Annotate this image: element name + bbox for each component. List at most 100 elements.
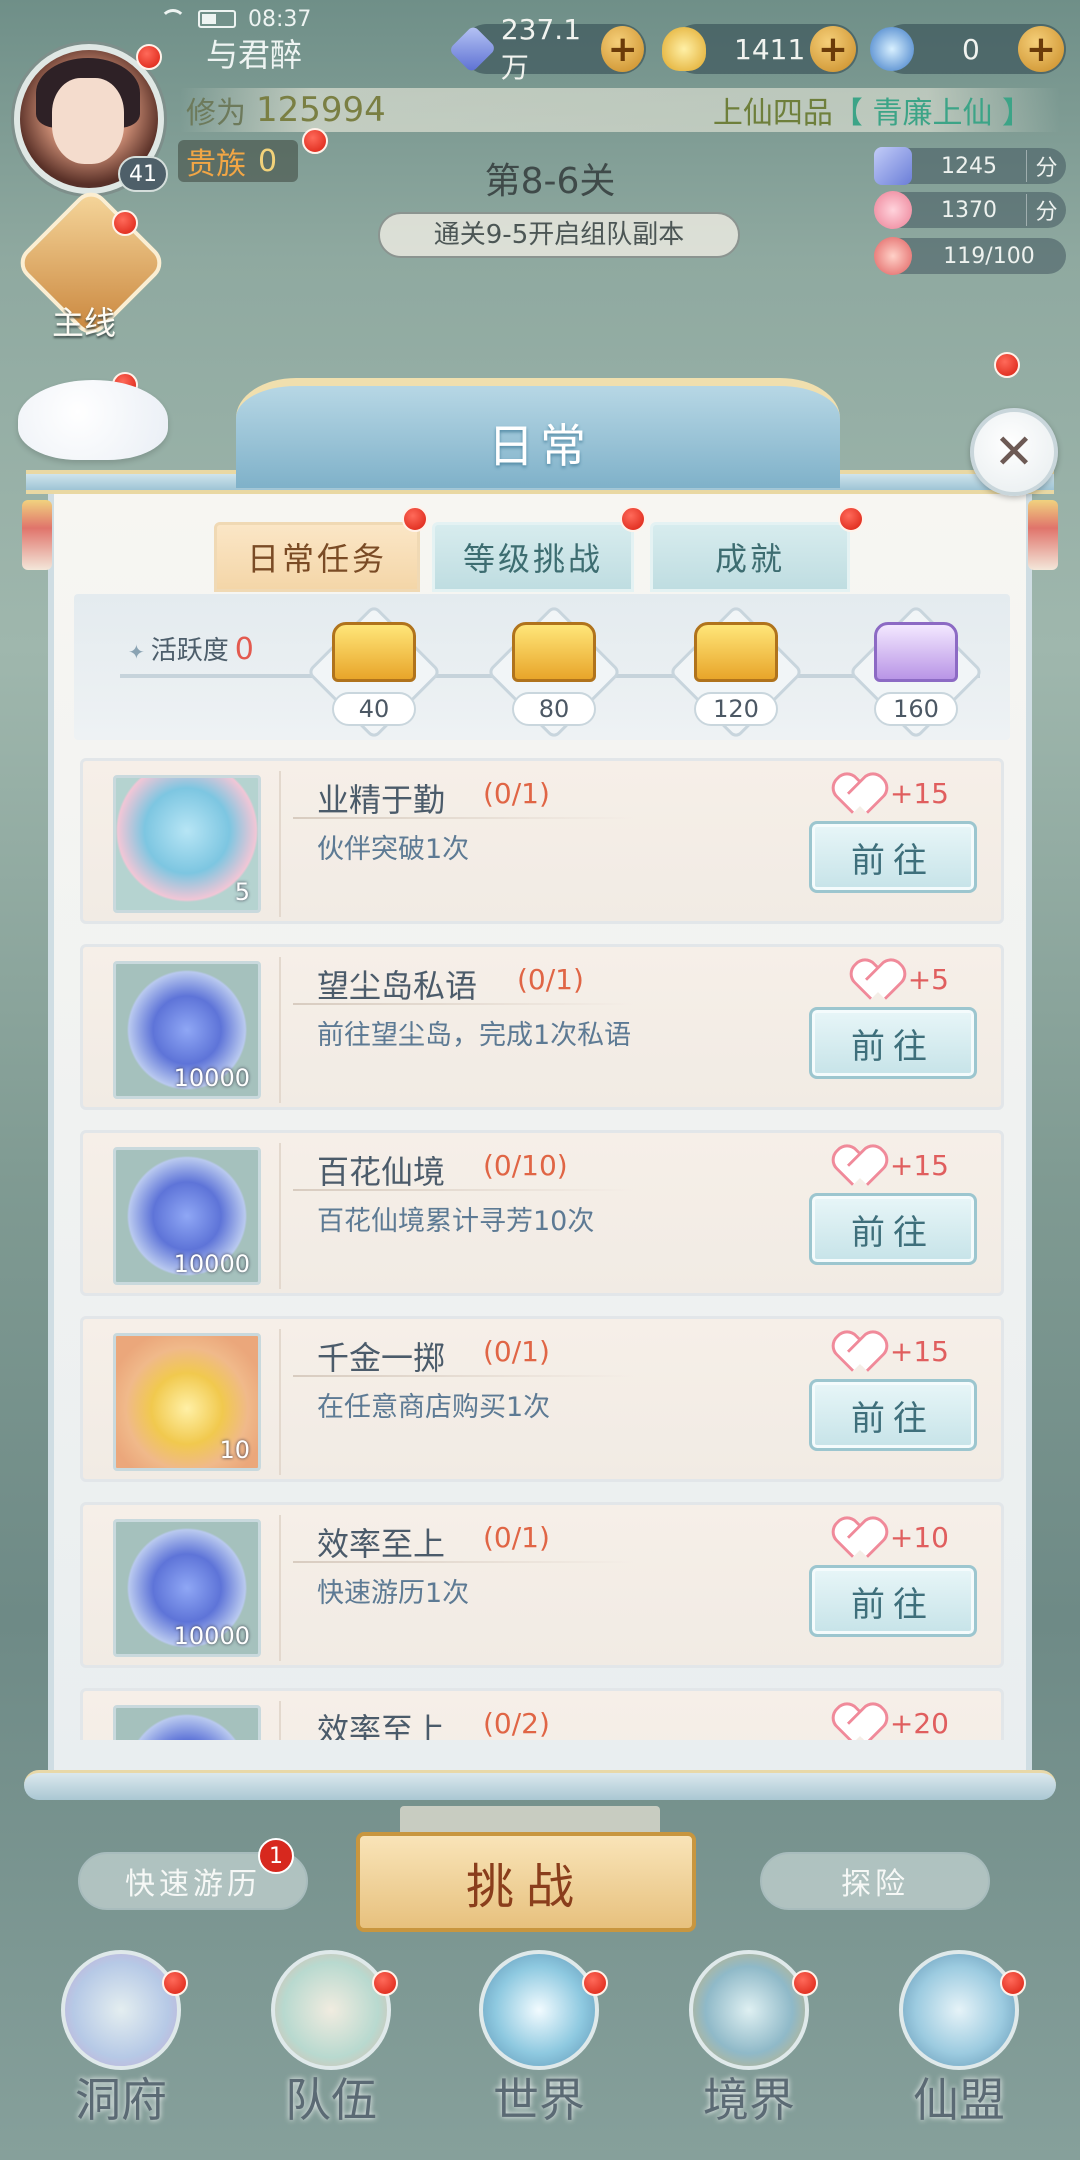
quick-travel-label: 快速游历 (125, 1867, 261, 1902)
spirit-crystal-icon[interactable]: 10000 (113, 1147, 261, 1285)
divider (293, 1561, 633, 1563)
chest-40-icon[interactable] (332, 622, 416, 682)
spirit-crystal-icon[interactable] (113, 1705, 261, 1740)
rank-prefix: 上仙四品 (712, 96, 833, 131)
jade-orb-icon (870, 27, 914, 71)
divider (293, 1375, 633, 1377)
tab-label: 日常任务 (246, 540, 387, 578)
score-value: 1370 (941, 197, 997, 223)
activity-label-text: 活跃度 (150, 636, 229, 666)
tab-daily-tasks[interactable]: 日常任务 (214, 522, 420, 592)
avatar-face-decor (52, 78, 124, 164)
divider (293, 817, 633, 819)
divider (279, 1515, 281, 1661)
heart-icon (838, 1147, 882, 1183)
task-reward: +20 (838, 1705, 949, 1740)
mainline-label[interactable]: 主线 (52, 298, 116, 344)
world-globe-icon (479, 1950, 599, 2070)
task-row: 5 业精于勤 (0/1) 伙伴突破1次 +15 前往 (80, 758, 1004, 924)
task-list[interactable]: 5 业精于勤 (0/1) 伙伴突破1次 +15 前往 10000 望尘岛私语 (… (80, 758, 1004, 1740)
task-description: 在任意商店购买1次 (317, 1392, 551, 1423)
go-button[interactable]: 前往 (809, 821, 977, 893)
chest-threshold: 160 (874, 692, 958, 726)
activity-label: ✦ 活跃度 0 (128, 630, 254, 667)
task-row: 10000 百花仙境 (0/10) 百花仙境累计寻芳10次 +15 前往 (80, 1130, 1004, 1296)
go-button[interactable]: 前往 (809, 1379, 977, 1451)
team-gourd-icon (271, 1950, 391, 2070)
tab-label: 等级挑战 (462, 540, 603, 578)
cultivation-row: 修为 125994 上仙四品【 青廉上仙 】 (180, 88, 1060, 132)
task-progress: (0/10) (483, 1149, 568, 1182)
tab-level-notification-dot (620, 506, 646, 532)
resource-spirit-crystal: 237.1万 + (448, 13, 646, 84)
lantern-left-decor (22, 500, 52, 570)
chest-120-icon[interactable] (694, 622, 778, 682)
gold-ingot-icon[interactable]: 10 (113, 1333, 261, 1471)
spirit-crystal-icon[interactable]: 10000 (113, 961, 261, 1099)
add-spirit-crystal-button[interactable]: + (601, 26, 644, 72)
task-name: 效率至上 (317, 1711, 446, 1740)
explore-label: 探险 (841, 1867, 909, 1902)
spirit-crystal-icon[interactable]: 10000 (113, 1519, 261, 1657)
wifi-icon (160, 9, 186, 29)
gold-ingot-icon (662, 27, 706, 71)
alliance-icon (899, 1950, 1019, 2070)
heart-icon (838, 1519, 882, 1555)
resource-jade-orb: 0 + (870, 24, 1066, 74)
task-description: 前往望尘岛，完成1次私语 (317, 1020, 632, 1051)
task-reward: +15 (838, 1333, 949, 1369)
go-button[interactable]: 前往 (809, 1007, 977, 1079)
explore-button[interactable]: 探险 (760, 1852, 990, 1910)
stage-hint: 通关9-5开启组队副本 (378, 212, 740, 258)
realm-icon (689, 1950, 809, 2070)
tab-achievements[interactable]: 成就 (650, 522, 850, 592)
close-button[interactable]: ✕ (970, 408, 1058, 496)
item-quantity: 5 (234, 878, 250, 906)
mainline-notification-dot (112, 210, 138, 236)
quick-travel-badge: 1 (258, 1838, 294, 1874)
nobility-badge[interactable]: 贵族 0 (178, 140, 298, 182)
task-reward: +10 (838, 1519, 949, 1555)
task-name: 百花仙境 (317, 1153, 446, 1191)
right-notification-dot (994, 352, 1020, 378)
reward-value: +20 (889, 1706, 949, 1740)
go-button[interactable]: 前往 (809, 1565, 977, 1637)
nav-notification-dot (372, 1970, 398, 1996)
task-name: 效率至上 (317, 1525, 446, 1563)
item-quantity: 10 (219, 1436, 250, 1464)
modal-bottom-scroll (24, 1770, 1056, 1800)
score-unit: 分 (1026, 150, 1066, 182)
nav-notification-dot (582, 1970, 608, 1996)
tab-level-challenge[interactable]: 等级挑战 (432, 522, 634, 592)
clock: 08:37 (248, 6, 312, 32)
task-description: 伙伴突破1次 (317, 834, 470, 865)
rank-text: 上仙四品【 青廉上仙 】 (713, 88, 1032, 132)
challenge-button[interactable]: 挑战 (356, 1832, 696, 1932)
task-reward: +15 (838, 775, 949, 811)
add-gold-ingot-button[interactable]: + (810, 26, 856, 72)
cave-dwelling-icon (61, 1950, 181, 2070)
task-row: 效率至上 (0/2) +20 前往 (80, 1688, 1004, 1740)
divider (279, 1143, 281, 1289)
go-button[interactable]: 前往 (809, 1193, 977, 1265)
score-pill-crystal: 1245 分 (874, 147, 1066, 185)
task-progress: (0/2) (483, 1707, 550, 1740)
reward-value: +15 (889, 1334, 949, 1368)
task-progress: (0/1) (483, 1521, 550, 1554)
stage-title: 第8-6关 (484, 161, 616, 202)
nav-notification-dot (1000, 1970, 1026, 1996)
task-name: 望尘岛私语 (317, 967, 478, 1005)
close-icon: ✕ (993, 424, 1035, 480)
spirit-crystal-icon (448, 24, 497, 74)
divider (293, 1189, 633, 1191)
chest-160-icon[interactable] (874, 622, 958, 682)
divider (279, 771, 281, 917)
player-level-badge: 41 (118, 156, 168, 192)
chest-80-icon[interactable] (512, 622, 596, 682)
lotus-score-icon (874, 191, 912, 229)
avatar-notification-dot (136, 44, 162, 70)
spirit-orb-icon[interactable]: 5 (113, 775, 261, 913)
add-jade-orb-button[interactable]: + (1018, 26, 1064, 72)
task-reward: +15 (838, 1147, 949, 1183)
task-row: 10 千金一掷 (0/1) 在任意商店购买1次 +15 前往 (80, 1316, 1004, 1482)
